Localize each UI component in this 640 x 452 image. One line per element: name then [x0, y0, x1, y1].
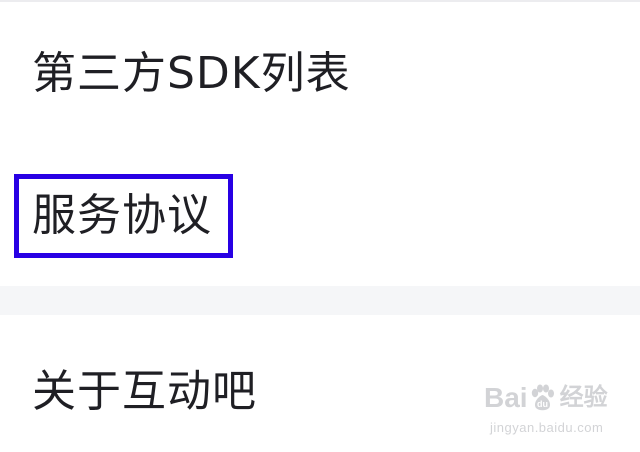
settings-item-label: 服务协议: [32, 190, 212, 241]
section-separator: [0, 286, 640, 315]
settings-screen: 第三方SDK列表 服务协议 关于互动吧 Bai du 经验 jingyan.ba…: [0, 0, 640, 452]
settings-item-about[interactable]: 关于互动吧: [0, 315, 640, 452]
settings-item-third-party-sdk-list[interactable]: 第三方SDK列表: [0, 2, 640, 147]
settings-item-service-agreement[interactable]: 服务协议: [0, 145, 640, 286]
settings-item-label: 第三方SDK列表: [32, 48, 351, 99]
settings-item-label: 关于互动吧: [32, 366, 257, 417]
